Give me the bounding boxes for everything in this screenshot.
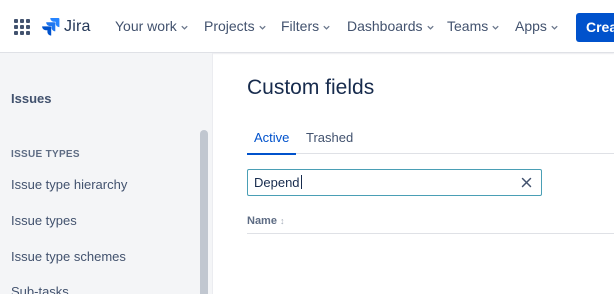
- page-title: Custom fields: [247, 76, 375, 99]
- nav-your-work-label: Your work: [115, 18, 177, 34]
- sidebar-section-issue-types: ISSUE TYPES: [11, 149, 80, 160]
- search-input[interactable]: Depend: [254, 175, 302, 190]
- nav-apps[interactable]: Apps: [515, 18, 559, 34]
- close-icon[interactable]: [520, 176, 533, 189]
- nav-projects[interactable]: Projects: [204, 18, 267, 34]
- nav-projects-label: Projects: [204, 18, 255, 34]
- nav-dashboards-label: Dashboards: [347, 18, 423, 34]
- sidebar-item-issue-type-schemes[interactable]: Issue type schemes: [11, 249, 126, 264]
- nav-teams-label: Teams: [447, 18, 489, 34]
- nav-your-work[interactable]: Your work: [115, 18, 189, 34]
- tab-list: Active Trashed: [246, 130, 614, 155]
- sidebar-item-issue-types[interactable]: Issue types: [11, 213, 77, 228]
- app-switcher-icon[interactable]: [14, 19, 30, 35]
- column-header-name-label: Name: [247, 215, 277, 227]
- chevron-down-icon: [181, 25, 188, 30]
- sidebar-title: Issues: [11, 91, 52, 106]
- nav-filters-label: Filters: [281, 18, 320, 34]
- jira-logo[interactable]: Jira: [42, 16, 91, 38]
- chevron-down-icon: [323, 25, 330, 30]
- chevron-down-icon: [426, 25, 434, 30]
- tab-trashed[interactable]: Trashed: [306, 130, 353, 154]
- chevron-down-icon: [551, 25, 558, 30]
- tab-active[interactable]: Active: [246, 130, 297, 155]
- nav-dashboards[interactable]: Dashboards: [347, 18, 435, 34]
- column-header-name[interactable]: Name ↕: [247, 215, 284, 227]
- sidebar-item-issue-type-hierarchy[interactable]: Issue type hierarchy: [11, 177, 127, 192]
- nav-apps-label: Apps: [515, 18, 547, 34]
- top-navigation: Jira Your work Projects Filters Dashboar…: [0, 0, 614, 53]
- table-header: Name ↕: [247, 214, 614, 234]
- chevron-down-icon: [258, 25, 266, 30]
- create-button[interactable]: Crea: [576, 13, 614, 42]
- sort-icon: ↕: [279, 216, 285, 226]
- nav-filters[interactable]: Filters: [281, 18, 331, 34]
- jira-logo-icon: [42, 18, 60, 36]
- jira-logo-text: Jira: [64, 18, 91, 35]
- sidebar-scrollbar[interactable]: [200, 130, 208, 294]
- search-field[interactable]: Depend: [247, 169, 542, 196]
- chevron-down-icon: [492, 25, 499, 30]
- sidebar-item-sub-tasks[interactable]: Sub-tasks: [11, 284, 69, 294]
- nav-teams[interactable]: Teams: [447, 18, 500, 34]
- admin-sidebar: Issues ISSUE TYPES Issue type hierarchy …: [0, 53, 213, 294]
